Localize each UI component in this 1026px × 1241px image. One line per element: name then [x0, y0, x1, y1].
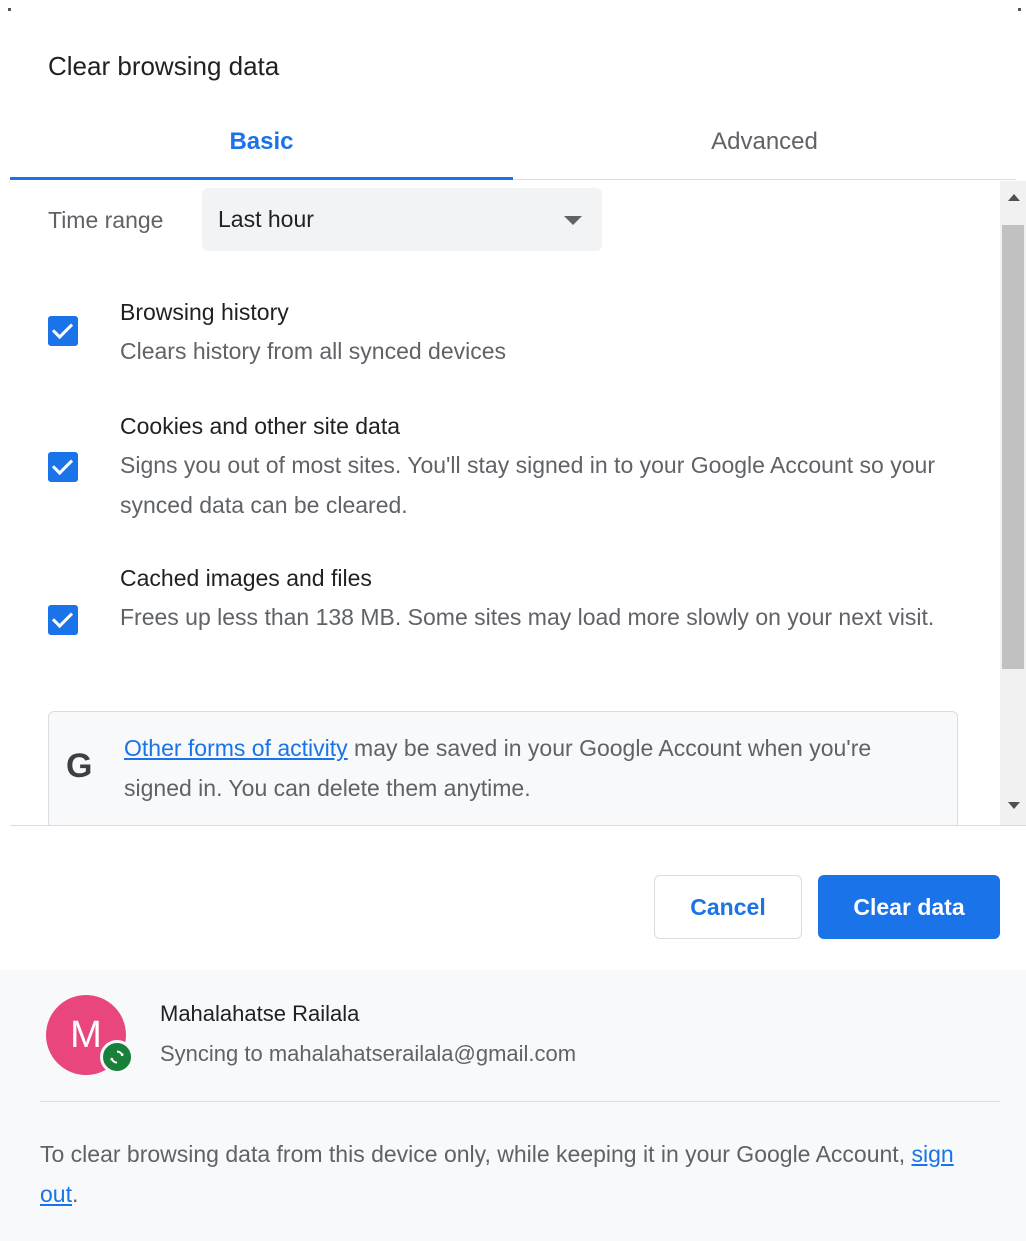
active-tab-indicator [10, 177, 513, 180]
content-divider [10, 825, 1026, 826]
tab-advanced-label: Advanced [711, 127, 818, 155]
sign-out-note: To clear browsing data from this device … [40, 1134, 970, 1214]
dialog-title: Clear browsing data [48, 51, 280, 81]
scrollbar[interactable] [1000, 181, 1026, 825]
clear-browsing-data-dialog: Clear browsing data Basic Advanced Time … [0, 0, 1026, 1241]
other-forms-of-activity-link[interactable]: Other forms of activity [124, 735, 348, 761]
account-name: Mahalahatse Railala [160, 1001, 360, 1026]
cancel-button[interactable]: Cancel [654, 875, 802, 939]
scrollbar-thumb[interactable] [1002, 225, 1024, 669]
tab-basic-label: Basic [229, 127, 294, 155]
footer-divider [40, 1101, 1000, 1102]
scroll-up-arrow-icon[interactable] [1008, 194, 1020, 201]
scroll-down-arrow-icon[interactable] [1008, 802, 1020, 809]
corner-mark [1018, 8, 1021, 11]
clear-data-button[interactable]: Clear data [818, 875, 1000, 939]
scroll-area: G Other forms of activity may be saved i… [0, 181, 1000, 825]
google-activity-text: Other forms of activity may be saved in … [124, 728, 924, 808]
google-g-icon: G [66, 747, 93, 785]
sync-status: Syncing to mahalahatserailala@gmail.com [160, 1041, 577, 1066]
tab-advanced[interactable]: Advanced [513, 104, 1016, 179]
tab-basic[interactable]: Basic [10, 104, 513, 180]
tab-bar: Basic Advanced [10, 104, 1016, 180]
sign-out-note-end: . [71, 1181, 79, 1207]
sign-out-note-text: To clear browsing data from this device … [40, 1141, 912, 1167]
corner-mark [8, 8, 11, 11]
sync-icon [100, 1040, 134, 1074]
